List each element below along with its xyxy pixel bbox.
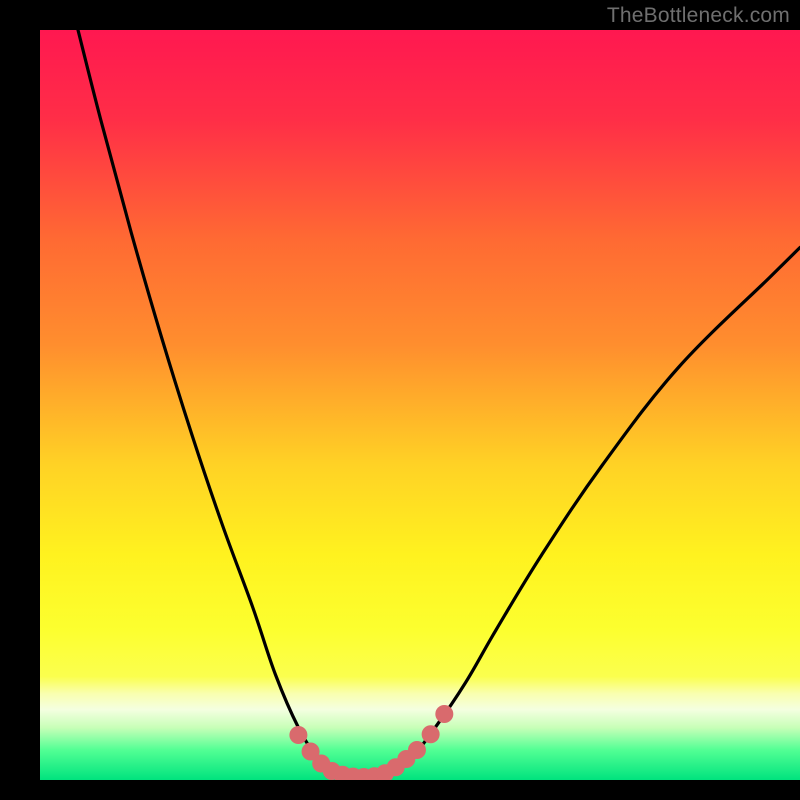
highlight-dot [435,705,453,723]
chart-frame: TheBottleneck.com [0,0,800,800]
highlight-dot [408,741,426,759]
highlight-dot [289,726,307,744]
bottleneck-chart [0,0,800,800]
watermark-text: TheBottleneck.com [607,4,790,28]
plot-background [40,30,800,780]
highlight-dot [422,725,440,743]
